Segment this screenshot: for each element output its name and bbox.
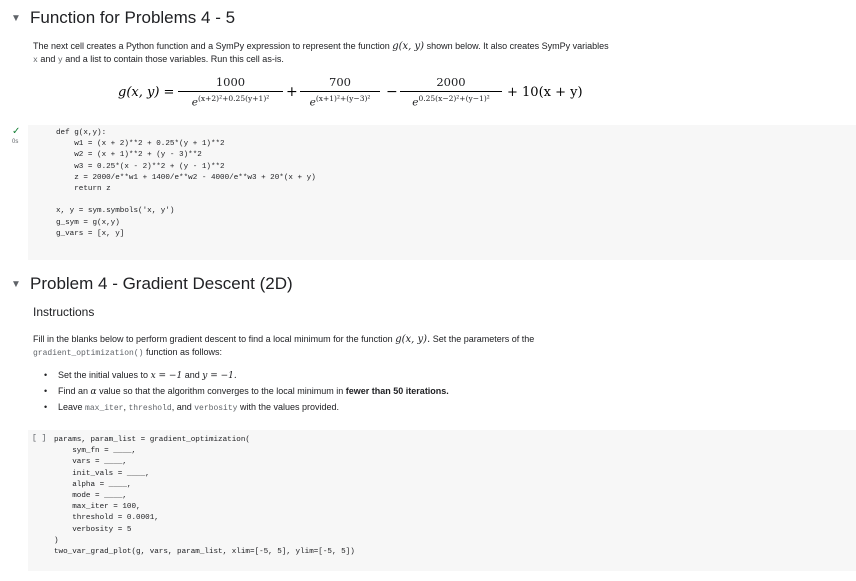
description: The next cell creates a Python function … [33,40,833,67]
code-line[interactable]: two_var_grad_plot(g, vars, param_list, x… [54,547,355,558]
intro-text: Fill in the blanks below to perform grad… [33,334,393,344]
code-line[interactable]: init_vals = ____, [54,469,355,480]
term-3-numerator: 2000 [436,75,466,89]
bullet-1: Set the initial values to x = −1 and y =… [44,370,237,381]
term-2-numerator: 700 [329,75,351,89]
section-title-problem4: Problem 4 - Gradient Descent (2D) [30,274,293,293]
code-lines-2[interactable]: params, param_list = gradient_optimizati… [54,435,355,558]
bullet-2-text: Find an [58,386,89,396]
intro-text-2: Set the parameters of the [432,334,535,344]
instructions-heading: Instructions [33,305,95,319]
code-line[interactable]: mode = ____, [54,491,355,502]
term-1-exponent: (x+2)²+0.25(y+1)² [197,94,270,103]
code-cell-1[interactable]: def g(x,y): w1 = (x + 2)**2 + 0.25*(y + … [28,125,856,260]
code-line[interactable]: params, param_list = gradient_optimizati… [54,435,355,446]
code-line[interactable] [56,195,316,206]
bullet-1-and: and [184,370,200,380]
code-line[interactable]: return z [56,184,316,195]
intro-code: gradient_optimization() [33,349,144,358]
term-3: 2000 e0.25(x−2)²+(y−1)² [400,75,502,109]
code-line[interactable]: threshold = 0.0001, [54,513,355,524]
equation-tail: + 10(x + y) [507,85,583,100]
code-line[interactable]: alpha = ____, [54,480,355,491]
exec-time: 0s [12,139,19,145]
bullet-3-comma: , [123,402,126,412]
cell-bracket[interactable]: [ ] [32,434,46,443]
instructions-intro: Fill in the blanks below to perform grad… [33,333,833,360]
function-symbol: g(x, y) [392,41,425,52]
term-2-exponent: (x+1)²+(y−3)² [315,94,371,103]
code-line[interactable]: z = 2000/e**w1 + 1400/e**w2 - 4000/e**w3… [56,173,316,184]
description-and: and [40,54,56,64]
check-icon: ✓ [12,126,21,137]
bullet-3-and: , and [171,402,192,412]
code-line[interactable]: x, y = sym.symbols('x, y') [56,206,316,217]
code-line[interactable]: w2 = (x + 1)**2 + (y - 3)**2 [56,150,316,161]
intro-math: g(x, y). [395,334,431,345]
section-header-problem4[interactable]: ▼ Problem 4 - Gradient Descent (2D) [10,274,293,294]
term-2: 700 e(x+1)²+(y−3)² [300,75,380,109]
code-line[interactable]: g_sym = g(x,y) [56,218,316,229]
intro-text-3: function as follows: [145,347,222,357]
section-header-function[interactable]: ▼ Function for Problems 4 - 5 [10,8,235,28]
term-1: 1000 e(x+2)²+0.25(y+1)² [178,75,283,109]
code-line[interactable]: max_iter = 100, [54,502,355,513]
bullet-2-bold: fewer than 50 iterations. [345,386,449,396]
chevron-down-icon[interactable]: ▼ [10,12,22,24]
bullet-3-verbosity: verbosity [194,404,238,413]
code-line[interactable]: sym_fn = ____, [54,446,355,457]
chevron-down-icon[interactable]: ▼ [10,278,22,290]
bullet-3-max-iter: max_iter [85,404,124,413]
bullet-2: Find an α value so that the algorithm co… [44,386,449,397]
var-y: y [57,56,63,65]
bullet-2-alpha: α [90,387,97,397]
bullet-3: Leave max_iter, threshold, and verbosity… [44,402,340,413]
code-line[interactable]: vars = ____, [54,457,355,468]
operator-plus: + [286,84,298,100]
bullet-1-text: Set the initial values to [58,370,149,380]
code-line[interactable]: verbosity = 5 [54,525,355,536]
term-3-exponent: 0.25(x−2)²+(y−1)² [418,94,490,103]
code-lines[interactable]: def g(x,y): w1 = (x + 2)**2 + 0.25*(y + … [56,128,316,240]
bullet-1-y: y = −1. [202,371,237,381]
code-cell-2[interactable]: params, param_list = gradient_optimizati… [28,430,856,571]
code-line[interactable]: w1 = (x + 2)**2 + 0.25*(y + 1)**2 [56,139,316,150]
code-line[interactable]: g_vars = [x, y] [56,229,316,240]
description-text-2: shown below. It also creates SymPy varia… [426,41,609,51]
bullet-1-x: x = −1 [150,371,183,381]
code-line[interactable]: def g(x,y): [56,128,316,139]
bullet-3-threshold: threshold [128,404,172,413]
equation-lhs: g(x, y) = [118,85,175,100]
operator-minus: − [386,84,398,100]
bullet-3-text-2: with the values provided. [239,402,340,412]
code-line[interactable]: ) [54,536,355,547]
code-line[interactable]: w3 = 0.25*(x - 2)**2 + (y - 1)**2 [56,162,316,173]
term-1-numerator: 1000 [215,75,246,89]
bullet-2-text-2: value so that the algorithm converges to… [99,386,344,396]
description-text: The next cell creates a Python function … [33,41,390,51]
bullet-3-text: Leave [58,402,83,412]
section-title: Function for Problems 4 - 5 [30,8,236,27]
var-x: x [33,56,38,65]
description-text-3: and a list to contain those variables. R… [65,54,284,64]
